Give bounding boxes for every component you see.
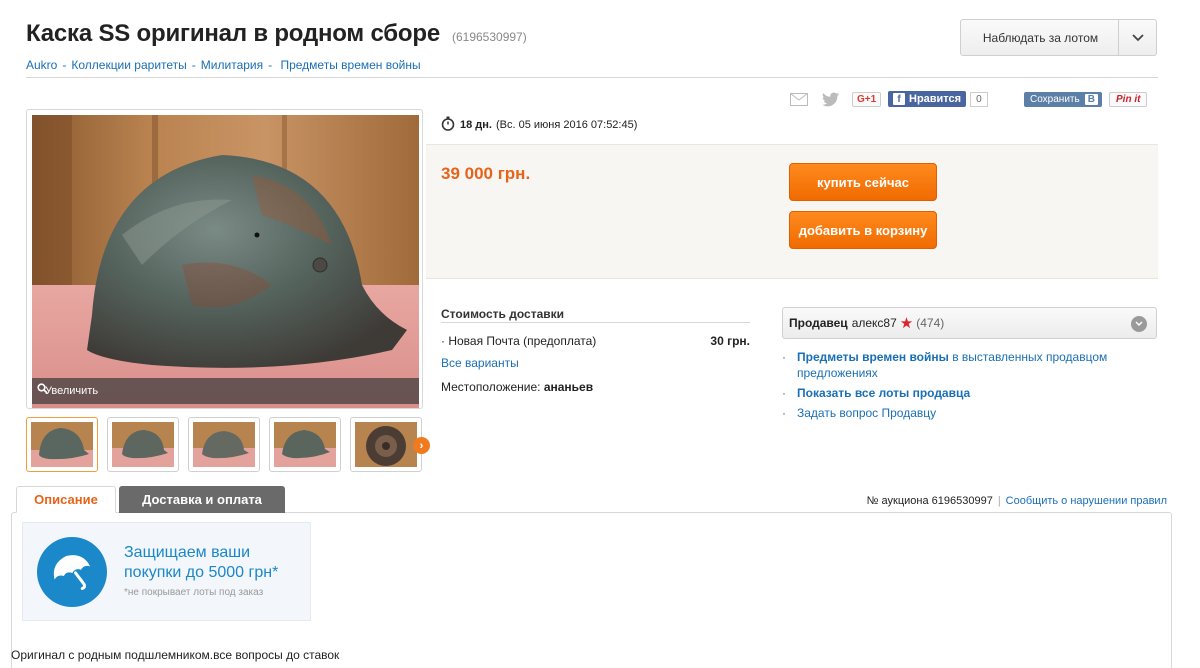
- thumbnail-2[interactable]: [107, 417, 179, 472]
- protection-line-2: покупки до 5000 грн*: [124, 564, 279, 581]
- time-remaining: 18 дн. (Вс. 05 июня 2016 07:52:45): [441, 116, 637, 134]
- pinterest-button[interactable]: Pin it: [1109, 89, 1148, 109]
- seller-war-items-link[interactable]: Предметы времен войны: [797, 350, 949, 364]
- seller-label: Продавец: [789, 316, 848, 330]
- ask-seller-link[interactable]: Задать вопрос Продавцу: [797, 405, 936, 421]
- twitter-share-icon[interactable]: [822, 89, 840, 109]
- zoom-label: Увеличить: [45, 385, 99, 397]
- thumbnail-4[interactable]: [269, 417, 341, 472]
- add-to-cart-button[interactable]: добавить в корзину: [789, 211, 937, 249]
- pinterest-label: Pin it: [1109, 91, 1148, 107]
- gplus-label: G+1: [852, 91, 882, 107]
- header-divider: [26, 77, 1158, 78]
- zoom-bar[interactable]: Увеличить: [32, 378, 419, 404]
- page-title: Каска SS оригинал в родном сборе: [26, 20, 440, 47]
- breadcrumb-item-militaria[interactable]: Милитария: [201, 58, 263, 72]
- seller-box[interactable]: Продавец алекс87 ★ (474): [782, 307, 1157, 339]
- vk-icon: В: [1084, 93, 1098, 105]
- seller-rating: (474): [916, 316, 945, 330]
- stopwatch-icon: [441, 116, 455, 134]
- delivery-price: 30 грн.: [710, 334, 750, 348]
- location-label: Местоположение:: [441, 380, 541, 394]
- thumbnail-5[interactable]: [350, 417, 422, 472]
- thumbnail-1[interactable]: [26, 417, 98, 472]
- protection-line-1: Защищаем ваши: [124, 544, 251, 561]
- protection-note: *не покрывает лоты под заказ: [124, 587, 264, 598]
- facebook-like-button[interactable]: f Нравится 0: [888, 89, 988, 109]
- auction-info: № аукциона 6196530997 | Сообщить о нарушен…: [866, 495, 1167, 507]
- location: Местоположение: ананьев: [441, 380, 593, 394]
- breadcrumb-item-aukro[interactable]: Aukro: [26, 58, 57, 72]
- all-delivery-variants-link[interactable]: Все варианты: [441, 356, 519, 370]
- protection-headline: Защищаем ваши покупки до 5000 грн*: [124, 543, 278, 583]
- thumbnail-3[interactable]: [188, 417, 260, 472]
- time-remaining-days: 18 дн.: [460, 119, 492, 131]
- facebook-like-label: Нравится: [909, 93, 962, 105]
- thumbnail-strip: [26, 417, 431, 472]
- price-value: 39 000 грн.: [441, 164, 531, 183]
- star-icon: ★: [899, 315, 914, 332]
- description-text: Оригинал с родным подшлемником.все вопро…: [11, 648, 340, 662]
- next-thumbnail-arrow-icon[interactable]: ›: [413, 437, 430, 454]
- tab-description[interactable]: Описание: [16, 486, 116, 513]
- chevron-down-icon[interactable]: [1118, 20, 1156, 55]
- delivery-divider: [441, 322, 750, 323]
- chevron-down-icon[interactable]: [1131, 316, 1147, 332]
- delivery-method: Новая Почта (предоплата): [448, 334, 597, 348]
- lot-id: (6196530997): [451, 30, 527, 44]
- auction-number: № аукциона 6196530997: [866, 495, 993, 507]
- helmet-photo: [32, 115, 419, 408]
- main-product-photo[interactable]: Увеличить: [26, 109, 423, 409]
- breadcrumb-item-collections[interactable]: Коллекции раритеты: [71, 58, 186, 72]
- breadcrumb-item-war-items[interactable]: Предметы времен войны: [280, 58, 420, 72]
- umbrella-icon: [37, 537, 107, 607]
- watch-lot-label: Наблюдать за лотом: [982, 30, 1099, 45]
- report-violation-link[interactable]: Сообщить о нарушении правил: [1006, 495, 1167, 507]
- title-row: Каска SS оригинал в родном сборе (619653…: [26, 20, 527, 48]
- buyer-protection-banner[interactable]: Защищаем ваши покупки до 5000 грн* *не п…: [22, 522, 311, 621]
- vk-save-label: Сохранить: [1030, 93, 1080, 105]
- facebook-icon: f: [893, 93, 905, 105]
- delivery-title: Стоимость доставки: [441, 307, 565, 321]
- seller-name: алекс87: [851, 316, 897, 330]
- watch-lot-button[interactable]: Наблюдать за лотом: [960, 19, 1157, 56]
- auction-end-date: (Вс. 05 июня 2016 07:52:45): [495, 119, 638, 131]
- breadcrumb: Aukro - Коллекции раритеты - Милитария - Пред…: [26, 58, 421, 72]
- seller-links: · Предметы времен войны в выставленных п…: [782, 350, 1108, 421]
- seller-all-lots-link[interactable]: Показать все лоты продавца: [797, 385, 970, 401]
- tab-shipping-payment[interactable]: Доставка и оплата: [119, 486, 285, 513]
- vk-save-button[interactable]: Сохранить В: [1024, 89, 1102, 109]
- facebook-like-count: 0: [970, 91, 988, 107]
- email-share-icon[interactable]: [790, 89, 808, 109]
- buy-now-button[interactable]: купить сейчас: [789, 163, 937, 201]
- location-value: ананьев: [543, 380, 594, 394]
- delivery-option: · Новая Почта (предоплата) 30 грн.: [441, 334, 750, 348]
- gplus-button[interactable]: G+1: [852, 89, 882, 109]
